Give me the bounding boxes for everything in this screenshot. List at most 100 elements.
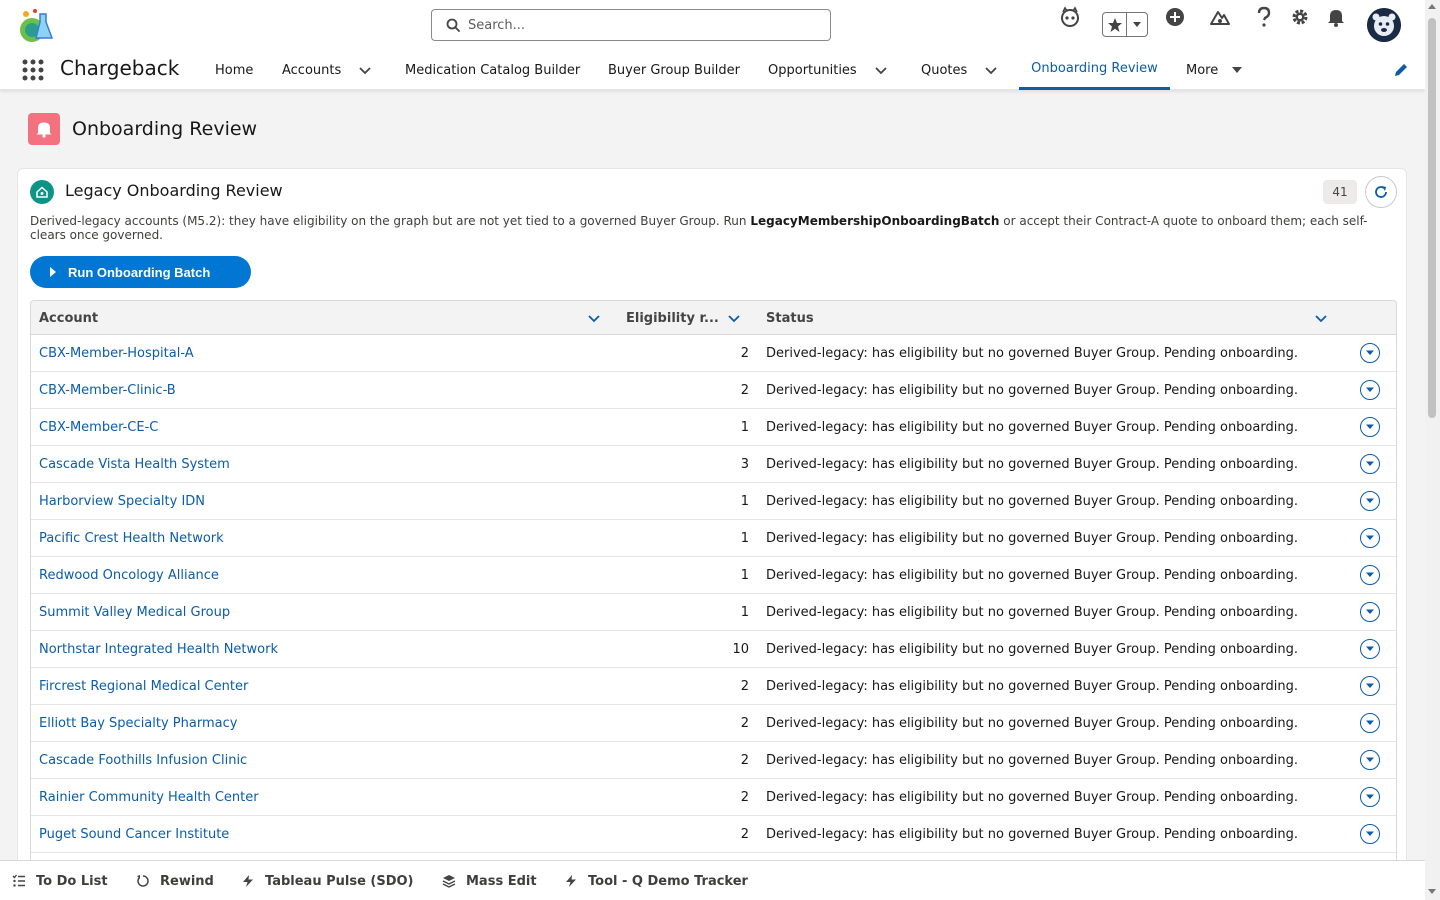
utility-bar: To Do List Rewind Tableau Pulse (SDO) Ma…: [0, 860, 1425, 900]
table-row: Puget Sound Cancer Institute 2 Derived-leg…: [31, 816, 1396, 853]
app-logo-icon[interactable]: [16, 6, 56, 46]
legacy-onboarding-review-card: Legacy Onboarding Review 41 Derived-lega…: [17, 168, 1407, 890]
account-link[interactable]: Rainier Community Health Center: [39, 779, 259, 816]
status-text: Derived-legacy: has eligibility but no g…: [766, 494, 1298, 509]
bolt-icon: [243, 875, 253, 887]
eligibility-count: 2: [740, 827, 749, 842]
row-action-chevron-icon[interactable]: [1360, 454, 1380, 474]
run-onboarding-batch-button[interactable]: Run Onboarding Batch: [30, 256, 251, 288]
row-action-chevron-icon[interactable]: [1360, 639, 1380, 659]
account-link[interactable]: Cascade Foothills Infusion Clinic: [39, 742, 247, 779]
nav-tab-quotes[interactable]: Quotes: [921, 50, 967, 90]
opportunities-chevron-down-icon[interactable]: [873, 62, 889, 78]
column-header-status[interactable]: Status: [766, 301, 814, 335]
nav-tab-accounts[interactable]: Accounts: [282, 50, 341, 90]
favorites-group: [1102, 12, 1148, 37]
utility-tool-q-demo-tracker[interactable]: Tool - Q Demo Tracker: [564, 861, 748, 900]
utility-to-do-list[interactable]: To Do List: [12, 861, 108, 900]
search-input[interactable]: [468, 17, 808, 33]
table-header-row: Account Eligibility r... Status: [31, 301, 1396, 335]
row-action-chevron-icon[interactable]: [1360, 713, 1380, 733]
table-row: Summit Valley Medical Group 1 Derived-lega…: [31, 594, 1396, 631]
trailhead-icon[interactable]: [1203, 0, 1237, 34]
table-row: Pacific Crest Health Network 1 Derived-leg…: [31, 520, 1396, 557]
account-link[interactable]: CBX-Member-Hospital-A: [39, 335, 194, 372]
more-caret-down-icon[interactable]: [1229, 62, 1245, 78]
scroll-thumb[interactable]: [1428, 18, 1436, 418]
row-action-chevron-icon[interactable]: [1360, 750, 1380, 770]
utility-rewind[interactable]: Rewind: [136, 861, 214, 900]
edit-nav-pencil-icon[interactable]: [1393, 62, 1409, 78]
page-title: Onboarding Review: [72, 118, 258, 140]
notifications-bell-icon[interactable]: [1319, 0, 1353, 34]
table-row: Northstar Integrated Health Network 10 Der…: [31, 631, 1396, 668]
user-avatar[interactable]: [1367, 8, 1401, 42]
account-link[interactable]: Redwood Oncology Alliance: [39, 557, 219, 594]
account-link[interactable]: Summit Valley Medical Group: [39, 594, 230, 631]
table-row: Redwood Oncology Alliance 1 Derived-legacy…: [31, 557, 1396, 594]
row-action-chevron-icon[interactable]: [1360, 602, 1380, 622]
account-link[interactable]: Fircrest Regional Medical Center: [39, 668, 248, 705]
refresh-button[interactable]: [1365, 176, 1397, 208]
favorites-caret-icon[interactable]: [1127, 21, 1147, 29]
status-column-chevron-icon[interactable]: [1313, 310, 1329, 326]
row-action-chevron-icon[interactable]: [1360, 380, 1380, 400]
app-navigation-bar: Chargeback Home Accounts Medication Cata…: [0, 50, 1425, 90]
account-link[interactable]: CBX-Member-CE-C: [39, 409, 158, 446]
quotes-chevron-down-icon[interactable]: [983, 62, 999, 78]
utility-tableau-pulse[interactable]: Tableau Pulse (SDO): [241, 861, 414, 900]
scroll-down-arrow-icon[interactable]: [1428, 889, 1436, 894]
scroll-up-arrow-icon[interactable]: [1428, 4, 1436, 9]
onboarding-table: Account Eligibility r... Status CBX-Memb…: [30, 300, 1397, 890]
list-icon: [12, 874, 25, 887]
row-action-chevron-icon[interactable]: [1360, 343, 1380, 363]
eligibility-count: 1: [740, 494, 749, 509]
table-row: CBX-Member-Clinic-B 2 Derived-legacy: has …: [31, 372, 1396, 409]
nav-tab-buyer-group-builder[interactable]: Buyer Group Builder: [608, 50, 740, 90]
status-text: Derived-legacy: has eligibility but no g…: [766, 827, 1298, 842]
status-text: Derived-legacy: has eligibility but no g…: [766, 753, 1298, 768]
run-onboarding-batch-label: Run Onboarding Batch: [68, 264, 211, 280]
card-description: Derived-legacy accounts (M5.2): they hav…: [30, 214, 1368, 242]
column-header-eligibility[interactable]: Eligibility r...: [626, 301, 719, 335]
table-row: Fircrest Regional Medical Center 2 Derived…: [31, 668, 1396, 705]
eligibility-count: 10: [732, 642, 749, 657]
row-action-chevron-icon[interactable]: [1360, 528, 1380, 548]
nav-tab-home[interactable]: Home: [215, 50, 253, 90]
table-row: Rainier Community Health Center 2 Derived-…: [31, 779, 1396, 816]
status-text: Derived-legacy: has eligibility but no g…: [766, 346, 1298, 361]
card-title: Legacy Onboarding Review: [65, 181, 283, 200]
column-header-account[interactable]: Account: [39, 301, 98, 335]
agent-icon[interactable]: [1053, 0, 1087, 34]
add-icon[interactable]: [1158, 0, 1192, 34]
account-link[interactable]: Puget Sound Cancer Institute: [39, 816, 229, 853]
page-scrollbar[interactable]: [1425, 0, 1440, 900]
setup-gear-icon[interactable]: [1283, 0, 1317, 34]
account-column-chevron-icon[interactable]: [586, 310, 602, 326]
help-icon[interactable]: [1247, 0, 1281, 34]
nav-tab-onboarding-review[interactable]: Onboarding Review: [1019, 50, 1170, 90]
account-link[interactable]: Harborview Specialty IDN: [39, 483, 205, 520]
nav-tab-medication-catalog-builder[interactable]: Medication Catalog Builder: [405, 50, 580, 90]
account-link[interactable]: Pacific Crest Health Network: [39, 520, 224, 557]
row-action-chevron-icon[interactable]: [1360, 676, 1380, 696]
utility-mass-edit[interactable]: Mass Edit: [442, 861, 537, 900]
row-action-chevron-icon[interactable]: [1360, 824, 1380, 844]
favorites-star-icon[interactable]: [1103, 13, 1127, 36]
accounts-chevron-down-icon[interactable]: [357, 62, 373, 78]
account-link[interactable]: Northstar Integrated Health Network: [39, 631, 278, 668]
account-link[interactable]: Cascade Vista Health System: [39, 446, 230, 483]
global-search[interactable]: [431, 9, 831, 41]
row-action-chevron-icon[interactable]: [1360, 787, 1380, 807]
row-action-chevron-icon[interactable]: [1360, 565, 1380, 585]
account-link[interactable]: CBX-Member-Clinic-B: [39, 372, 176, 409]
row-action-chevron-icon[interactable]: [1360, 417, 1380, 437]
app-launcher-icon[interactable]: [22, 59, 44, 81]
eligibility-column-chevron-icon[interactable]: [726, 310, 742, 326]
row-action-chevron-icon[interactable]: [1360, 491, 1380, 511]
account-link[interactable]: Elliott Bay Specialty Pharmacy: [39, 705, 237, 742]
bolt-icon: [566, 875, 576, 887]
nav-tab-opportunities[interactable]: Opportunities: [768, 50, 857, 90]
page-header: Onboarding Review: [28, 113, 257, 145]
nav-tab-more[interactable]: More: [1186, 50, 1218, 90]
